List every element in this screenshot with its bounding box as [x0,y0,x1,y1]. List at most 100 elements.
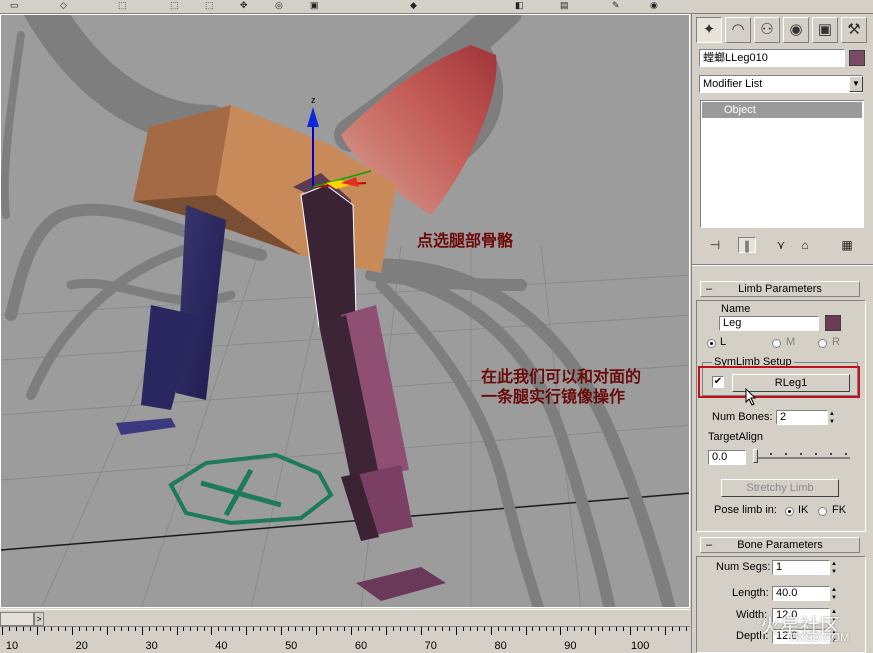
num-bones-spinner[interactable]: ▲ ▼ [828,410,836,426]
make-unique-icon[interactable]: ⋎ [772,237,790,253]
slider-tick-dot [815,453,817,455]
bone-parameters-header[interactable]: – Bone Parameters [700,537,860,553]
ruler-tick [162,627,164,631]
rotate-icon[interactable]: ◎ [275,0,283,10]
ruler-tick [686,627,688,631]
chevron-down-icon[interactable]: ▼ [849,76,863,92]
modifier-stack[interactable]: Object [700,100,864,228]
length-field[interactable]: 40.0 [772,586,830,601]
ruler-tick [29,627,31,631]
align-icon[interactable]: ▤ [560,0,569,10]
ruler-tick [392,627,394,631]
object-name-field[interactable]: 螳螂LLeg010 [699,49,845,67]
ruler-tick-label: 40 [215,640,228,652]
ruler-tick [225,627,227,631]
ruler-tick [92,627,94,631]
num-segs-spinner[interactable]: ▲ ▼ [830,560,838,576]
tab-motion-icon[interactable]: ◉ [783,17,809,43]
annotation-select-leg: 点选腿部骨骼 [417,231,514,250]
remove-modifier-icon[interactable]: ⌂ [796,237,814,253]
num-bones-field[interactable]: 2 [776,410,828,425]
side-radio-m[interactable] [772,339,781,348]
ruler-tick [57,627,59,631]
window-crossing-icon[interactable]: ⬚ [205,0,214,10]
link-icon[interactable]: ▭ [10,0,19,10]
ruler-tick [204,627,206,631]
render-icon[interactable]: ◉ [650,0,658,10]
ruler-tick [295,627,297,631]
side-label-l: L [720,336,727,348]
target-align-slider-thumb[interactable] [753,449,758,463]
ruler-tick [469,627,471,631]
ruler-tick [483,627,485,631]
move-icon[interactable]: ✥ [240,0,248,10]
slider-tick-dot [830,453,832,455]
ruler-tick [43,627,45,631]
ruler-tick [22,627,24,631]
target-align-slider[interactable] [754,457,850,459]
ruler-tick [532,627,534,631]
scale-icon[interactable]: ▣ [310,0,319,10]
ruler-tick [78,627,80,631]
ruler-tick [637,627,639,631]
perspective-viewport[interactable]: z 点选腿部骨骼 在此我们可以和对面的 一条腿实行镜像操作 [0,14,690,608]
ruler-tick [574,627,576,631]
ruler-tick [560,627,562,635]
select-region-icon[interactable]: ⬚ [170,0,179,10]
time-slider-thumb[interactable] [0,612,34,626]
pose-label-fk: FK [832,504,847,516]
show-end-result-icon[interactable]: ∥ [738,237,756,253]
ruler-tick [99,627,101,631]
time-slider-next-button[interactable]: > [34,612,44,626]
tab-create-icon[interactable]: ✦ [696,17,722,43]
target-align-field[interactable]: 0.0 [708,450,746,465]
timeline-ruler[interactable]: 10 20 30 40 50 60 70 80 90 100 [0,627,690,653]
length-spinner[interactable]: ▲ ▼ [830,586,838,602]
ruler-tick [434,627,436,631]
tab-modify-icon[interactable]: ◠ [725,17,751,43]
object-color-swatch[interactable] [849,50,865,66]
ruler-tick [246,627,248,635]
tab-utilities-icon[interactable]: ⚒ [841,17,867,43]
stack-item-object[interactable]: Object [702,102,862,118]
ruler-tick [406,627,408,631]
num-segs-field[interactable]: 1 [772,560,830,575]
annotation-mirror-line1: 在此我们可以和对面的 [481,367,642,386]
ruler-tick [120,627,122,631]
ruler-tick [665,627,667,635]
ruler-tick [504,627,506,631]
ruler-tick [525,627,527,635]
limb-parameters-header[interactable]: – Limb Parameters [700,281,860,297]
stretchy-limb-button[interactable]: Stretchy Limb [721,479,839,497]
side-radio-l[interactable] [707,339,716,348]
snap-icon[interactable]: ◆ [410,0,417,10]
tab-hierarchy-icon[interactable]: ⚇ [754,17,780,43]
ruler-tick [462,627,464,631]
command-panel: ✦ ◠ ⚇ ◉ ▣ ⚒ 螳螂LLeg010 Modifier List ▼ Ob… [691,14,873,653]
time-slider[interactable]: > [0,609,690,627]
spelling-icon[interactable]: ✎ [612,0,620,10]
ruler-tick [36,627,38,635]
limb-color-swatch[interactable] [825,315,841,331]
ruler-tick [323,627,325,631]
configure-sets-icon[interactable]: ▦ [838,237,856,253]
limb-name-field[interactable]: Leg [719,316,819,331]
modifier-list-dropdown[interactable]: Modifier List [699,75,863,93]
ruler-tick [239,627,241,631]
ruler-tick [609,627,611,631]
ruler-tick [441,627,443,631]
ruler-tick-label: 10 [5,640,19,652]
pose-radio-ik[interactable] [785,507,794,516]
pose-label-ik: IK [798,504,809,516]
tab-display-icon[interactable]: ▣ [812,17,838,43]
select-icon[interactable]: ⬚ [118,0,127,10]
side-radio-r[interactable] [818,339,827,348]
bind-icon[interactable]: ◇ [60,0,67,10]
ruler-tick [476,627,478,631]
slider-tick-dot [770,453,772,455]
ruler-tick [85,627,87,631]
ruler-tick [553,627,555,631]
mirror-icon[interactable]: ◧ [515,0,524,10]
pin-stack-icon[interactable]: ⊣ [706,237,724,253]
pose-radio-fk[interactable] [818,507,827,516]
